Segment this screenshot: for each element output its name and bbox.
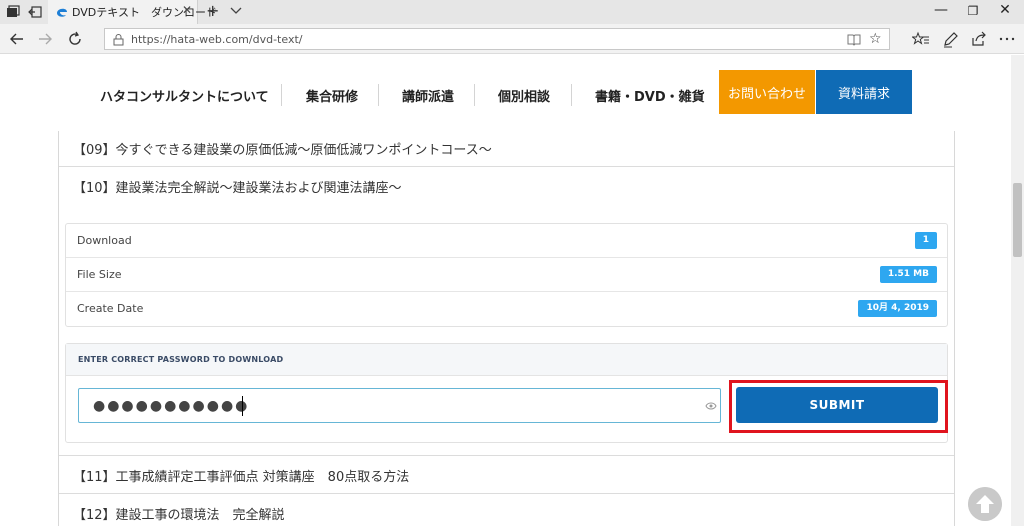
password-input[interactable]: ●●●●●●●●●●● [78, 388, 721, 423]
accordion-item-expanded: 【10】建設業法完全解説～建設業法および関連法講座～ Download 1 Fi… [59, 167, 954, 456]
nav-item-group-training[interactable]: 集合研修 [306, 86, 358, 105]
accordion-item-title: 【12】建設工事の環境法 完全解説 [73, 508, 285, 523]
address-bar[interactable]: https://hata-web.com/dvd-text/ ☆ [104, 28, 890, 50]
lock-icon [113, 34, 124, 46]
table-row: Download 1 [66, 224, 947, 258]
file-size-label: File Size [77, 268, 122, 281]
accordion-item-title: 【11】工事成績評定工事評価点 対策講座 80点取る方法 [73, 470, 410, 485]
nav-item-instructor[interactable]: 講師派遣 [402, 86, 454, 105]
table-row: Create Date 10月 4, 2019 [66, 292, 947, 326]
file-info-table: Download 1 File Size 1.51 MB Create Date… [65, 223, 948, 327]
nav-divider [378, 84, 379, 106]
accordion-item-title[interactable]: 【10】建設業法完全解説～建設業法および関連法講座～ [73, 177, 402, 196]
window-close-icon[interactable]: ✕ [990, 2, 1020, 18]
download-accordion: 【09】今すぐできる建設業の原価低減～原価低減ワンポイントコース～ 【10】建設… [58, 129, 955, 526]
address-toolbar: https://hata-web.com/dvd-text/ ☆ [0, 24, 1024, 54]
tab-actions-icon[interactable] [6, 5, 20, 19]
accordion-item[interactable]: 【12】建設工事の環境法 完全解説 [59, 494, 954, 526]
chevron-down-icon[interactable] [230, 3, 242, 19]
download-count-badge: 1 [914, 232, 937, 249]
web-page: 【09】今すぐできる建設業の原価低減～原価低減ワンポイントコース～ 【10】建設… [0, 55, 1011, 526]
nav-divider [571, 84, 572, 106]
nav-divider [474, 84, 475, 106]
close-icon[interactable]: ✕ [182, 3, 192, 17]
highlight-annotation [729, 380, 948, 433]
url-text: https://hata-web.com/dvd-text/ [131, 33, 303, 46]
nav-item-books-dvd[interactable]: 書籍・DVD・雑貨 [595, 86, 705, 105]
table-row: File Size 1.51 MB [66, 258, 947, 292]
nav-item-consultation[interactable]: 個別相談 [498, 86, 550, 105]
accordion-item-title: 【09】今すぐできる建設業の原価低減～原価低減ワンポイントコース～ [73, 143, 492, 158]
active-tab[interactable]: DVDテキスト ダウンロード ✕ [48, 0, 217, 24]
eye-icon[interactable] [705, 401, 717, 411]
nav-item-about[interactable]: ハタコンサルタントについて [100, 86, 269, 105]
pen-icon[interactable] [942, 30, 960, 48]
request-materials-button[interactable]: 資料請求 [816, 70, 912, 114]
refresh-icon[interactable] [66, 30, 84, 48]
text-caret [242, 396, 243, 416]
favorites-icon[interactable] [912, 30, 930, 48]
accordion-item[interactable]: 【09】今すぐできる建設業の原価低減～原価低減ワンポイントコース～ [59, 129, 954, 167]
maximize-icon[interactable]: ❐ [958, 4, 988, 18]
site-navigation: ハタコンサルタントについて 集合研修 講師派遣 個別相談 書籍・DVD・雑貨 お… [0, 55, 1011, 131]
create-date-label: Create Date [77, 302, 144, 315]
set-aside-icon[interactable] [28, 5, 42, 19]
accordion-item[interactable]: 【11】工事成績評定工事評価点 対策講座 80点取る方法 [59, 456, 954, 494]
share-icon[interactable] [970, 30, 988, 48]
forward-icon[interactable] [36, 30, 54, 48]
back-icon[interactable] [8, 30, 26, 48]
password-panel-header: ENTER CORRECT PASSWORD TO DOWNLOAD [66, 344, 947, 376]
back-to-top-icon[interactable] [968, 487, 1002, 521]
password-heading: ENTER CORRECT PASSWORD TO DOWNLOAD [78, 355, 284, 364]
contact-button[interactable]: お問い合わせ [719, 70, 815, 114]
scrollbar-thumb[interactable] [1013, 183, 1022, 257]
file-size-badge: 1.51 MB [879, 266, 937, 283]
password-panel: ENTER CORRECT PASSWORD TO DOWNLOAD ●●●●●… [65, 343, 948, 443]
minimize-icon[interactable]: — [926, 2, 956, 18]
reading-view-icon[interactable] [847, 32, 861, 46]
tab-title: DVDテキスト ダウンロード [72, 6, 217, 19]
more-icon[interactable] [998, 30, 1016, 48]
password-value: ●●●●●●●●●●● [93, 398, 250, 414]
new-tab-icon[interactable]: + [206, 1, 219, 20]
create-date-badge: 10月 4, 2019 [858, 300, 937, 317]
download-count-label: Download [77, 234, 132, 247]
favorite-star-icon[interactable]: ☆ [869, 31, 882, 47]
nav-divider [281, 84, 282, 106]
page-scrollbar[interactable] [1011, 55, 1024, 526]
edge-favicon [57, 8, 67, 17]
browser-tab-bar: DVDテキスト ダウンロード ✕ + — ❐ ✕ [0, 0, 1024, 24]
